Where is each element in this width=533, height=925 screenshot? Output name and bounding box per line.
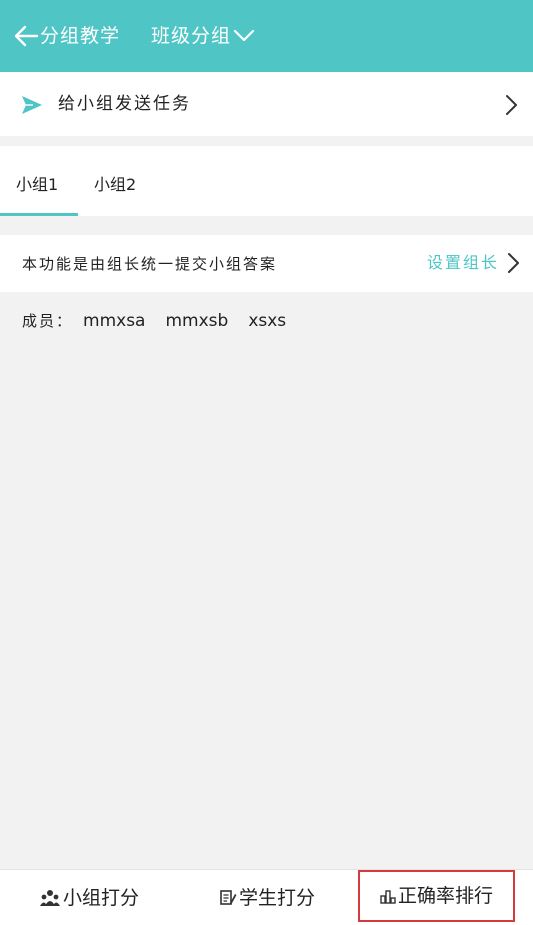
accuracy-ranking-label: 正确率排行	[397, 885, 493, 907]
ranking-icon	[380, 888, 396, 904]
group-score-label: 小组打分	[62, 887, 139, 909]
tab-group-1[interactable]: 小组1	[0, 146, 78, 216]
members-list: 成员： mmxsa mmxsb xsxs	[22, 309, 296, 333]
member-name: xsxs	[248, 311, 287, 331]
chevron-right-icon	[507, 252, 521, 274]
send-task-label: 给小组发送任务	[58, 94, 191, 114]
send-icon	[21, 94, 43, 116]
page-title: 分组教学	[40, 25, 121, 47]
tab-label: 小组2	[94, 175, 137, 194]
group-icon	[39, 889, 61, 907]
page: 分组教学 班级分组 给小组发送任务 小组1 小组2 本功能是由组长统一提交小组答…	[0, 0, 533, 925]
member-name: mmxsb	[165, 311, 229, 331]
member-name: mmxsa	[83, 311, 146, 331]
tab-group-2[interactable]: 小组2	[80, 146, 160, 216]
chevron-right-icon	[505, 94, 519, 116]
leader-info-text: 本功能是由组长统一提交小组答案	[22, 255, 278, 273]
set-leader-button[interactable]: 设置组长	[427, 249, 521, 277]
class-group-selector[interactable]: 班级分组	[151, 20, 255, 52]
top-bar: 分组教学 班级分组	[0, 0, 533, 72]
set-leader-label: 设置组长	[426, 253, 499, 272]
members-label: 成员：	[22, 312, 74, 330]
student-score-label: 学生打分	[238, 887, 315, 909]
leader-info-row: 本功能是由组长统一提交小组答案 设置组长	[0, 235, 533, 292]
active-tab-indicator	[0, 213, 78, 216]
student-score-button[interactable]: 学生打分	[178, 870, 356, 925]
edit-icon	[219, 889, 237, 907]
send-task-row[interactable]: 给小组发送任务	[0, 72, 533, 136]
tab-label: 小组1	[16, 175, 59, 194]
back-arrow-icon	[13, 23, 39, 49]
accuracy-ranking-button[interactable]: 正确率排行	[358, 870, 515, 922]
back-button[interactable]	[12, 21, 40, 51]
class-group-selector-label: 班级分组	[151, 25, 232, 47]
chevron-down-icon	[233, 29, 255, 43]
group-score-button[interactable]: 小组打分	[0, 870, 178, 925]
group-tabs: 小组1 小组2	[0, 146, 533, 216]
bottom-toolbar: 小组打分 学生打分 正确率排行	[0, 869, 533, 925]
